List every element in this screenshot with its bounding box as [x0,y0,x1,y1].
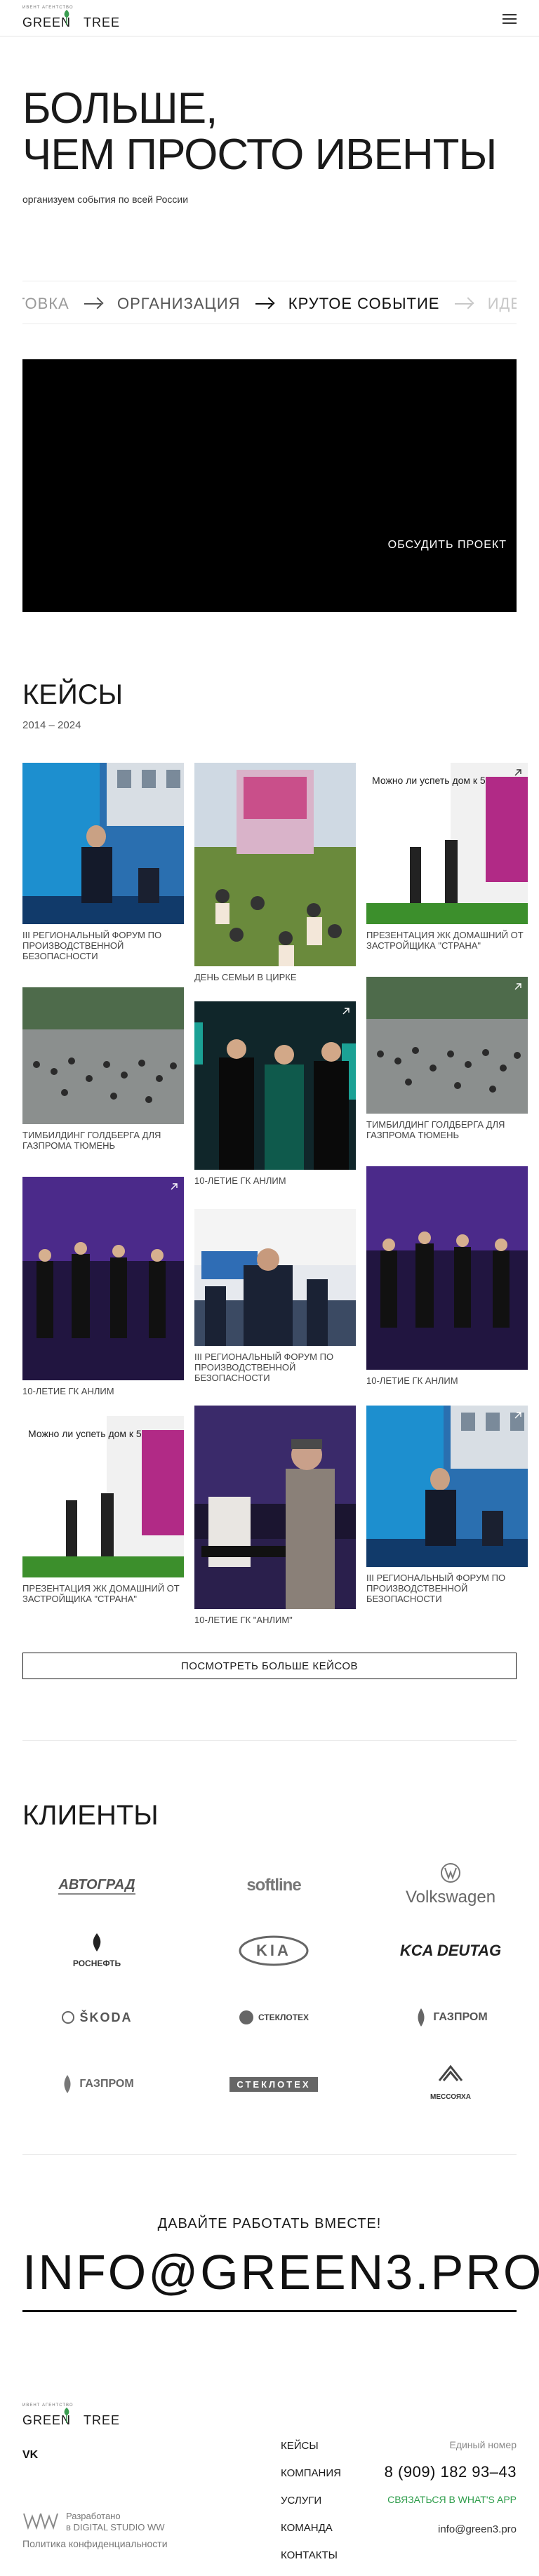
case-caption: ПРЕЗЕНТАЦИЯ ЖК ДОМАШНИЙ ОТ ЗАСТРОЙЩИКА "… [366,930,524,951]
client-logo-kca-deutag: KCA DEUTAG [399,1942,502,1959]
arrow-right-icon [84,298,102,309]
messoyakha-emblem-icon [438,2064,463,2081]
case-photo [366,977,528,1114]
developer-credit[interactable]: Разработано в DIGITAL STUDIO WW [22,2508,191,2532]
site-header: ивент агентство GREEN TREE [0,0,539,36]
arrow-up-right-icon [342,1008,350,1015]
footer-email-link[interactable]: info@green3.pro [348,2523,517,2535]
hamburger-menu-icon[interactable] [503,14,517,24]
skoda-emblem-icon [62,2011,75,2024]
gazprom-emblem-icon [418,2008,425,2027]
client-logo-gazprom-2: ГАЗПРОМ [34,2067,160,2102]
client-logo-steklotekh-2: СТЕКЛОТЕХ [211,2067,337,2102]
more-cases-button[interactable]: ПОСМОТРЕТЬ БОЛЬШЕ КЕЙСОВ [22,1653,517,1679]
showreel-video[interactable]: ОБСУДИТЬ ПРОЕКТ [22,359,517,612]
poster-text: Можно ли успеть дом к 51 [28,1428,147,1439]
case-photo [366,1166,528,1370]
footer-nav-contacts[interactable]: КОНТАКТЫ [281,2549,393,2576]
logo[interactable]: ивент агентство GREEN TREE [22,6,119,32]
steps-ticker: ТОВКА ОРГАНИЗАЦИЯ КРУТОЕ СОБЫТИЕ ИДЕЯ [22,281,517,324]
client-logo-kia: KIA [211,1933,337,1968]
case-photo [194,1406,356,1609]
cta-lead: ДАВАЙТЕ РАБОТАТЬ ВМЕСТЕ! [157,2216,382,2231]
divider [22,1740,517,1741]
arrow-right-icon [454,298,473,309]
case-caption: 10-ЛЕТИЕ ГК "АНЛИМ" [194,1615,293,1625]
case-card[interactable]: ТИМБИЛДИНГ ГОЛДБЕРГА ДЛЯ ГАЗПРОМА ТЮМЕНЬ [22,987,184,1151]
step-label: ТОВКА [22,295,69,313]
vk-icon[interactable]: VK [22,2449,38,2462]
case-caption: ПРЕЗЕНТАЦИЯ ЖК ДОМАШНИЙ ОТ ЗАСТРОЙЩИКА "… [22,1583,180,1604]
arrow-up-right-icon [514,1412,521,1419]
case-caption: III РЕГИОНАЛЬНЫЙ ФОРУМ ПО ПРОИЗВОДСТВЕНН… [194,1352,334,1383]
case-photo [22,1177,184,1380]
case-photo [22,987,184,1124]
case-card[interactable]: Можно ли успеть дом к 51 ПРЕЗЕНТАЦИЯ ЖК … [366,763,528,951]
tree-icon [64,2408,69,2423]
case-card[interactable]: ДЕНЬ СЕМЬИ В ЦИРКЕ [194,763,356,982]
case-photo: Можно ли успеть дом к 51 [366,763,528,924]
client-logo-avtograd: АВТОГРАД [34,1868,160,1903]
arrow-up-right-icon [514,769,521,776]
footer-logo[interactable]: ивент агентство GREEN TREE [22,2403,121,2431]
case-card[interactable]: 10-ЛЕТИЕ ГК АНЛИМ [22,1177,184,1396]
case-caption: ТИМБИЛДИНГ ГОЛДБЕРГА ДЛЯ ГАЗПРОМА ТЮМЕНЬ [366,1119,505,1140]
whatsapp-link[interactable]: СВЯЗАТЬСЯ В WHAT'S APP [348,2494,517,2505]
email-underline [22,2310,517,2312]
case-caption: 10-ЛЕТИЕ ГК АНЛИМ [366,1375,458,1386]
steklotekh-emblem-icon [239,2010,253,2024]
gazprom-emblem-icon [64,2075,71,2093]
case-caption: 10-ЛЕТИЕ ГК АНЛИМ [22,1386,114,1396]
case-photo [194,1001,356,1170]
digital-studio-ww-logo-icon [23,2513,58,2530]
case-photo [194,1209,356,1346]
arrow-up-right-icon [514,983,521,990]
step-label: ИДЕЯ [487,295,517,313]
case-card[interactable]: III РЕГИОНАЛЬНЫЙ ФОРУМ ПО ПРОИЗВОДСТВЕНН… [366,1406,528,1604]
cases-years: 2014 – 2024 [22,719,81,731]
case-caption: ТИМБИЛДИНГ ГОЛДБЕРГА ДЛЯ ГАЗПРОМА ТЮМЕНЬ [22,1130,161,1151]
case-photo [22,763,184,924]
step-label: ОРГАНИЗАЦИЯ [117,295,241,313]
hero-subtitle: организуем события по всей России [22,194,189,205]
footer-contacts: Единый номер 8 (909) 182 93–43 СВЯЗАТЬСЯ… [348,2439,517,2535]
case-card[interactable]: Можно ли успеть дом к 51 ПРЕЗЕНТАЦИЯ ЖК … [22,1416,184,1604]
client-logo-rosneft: РОСНЕФТЬ [34,1933,160,1968]
case-photo [366,1406,528,1567]
tree-icon [64,10,69,25]
case-photo: Можно ли успеть дом к 51 [22,1416,184,1577]
arrow-right-icon [255,298,274,309]
divider [22,2154,517,2155]
discuss-project-button[interactable]: ОБСУДИТЬ ПРОЕКТ [388,539,507,552]
email-link-large[interactable]: INFO@GREEN3.PRO [22,2242,539,2302]
poster-text: Можно ли успеть дом к 51 [372,775,491,786]
cases-title: КЕЙСЫ [22,679,124,710]
case-caption: ДЕНЬ СЕМЬИ В ЦИРКЕ [194,972,297,982]
volkswagen-emblem-icon [441,1863,460,1883]
case-caption: III РЕГИОНАЛЬНЫЙ ФОРУМ ПО ПРОИЗВОДСТВЕНН… [366,1573,506,1604]
case-caption: III РЕГИОНАЛЬНЫЙ ФОРУМ ПО ПРОИЗВОДСТВЕНН… [22,930,162,961]
privacy-policy-link[interactable]: Политика конфиденциальности [22,2538,168,2549]
client-logo-skoda: ŠKODA [34,2000,160,2035]
case-photo [194,763,356,966]
client-logo-steklotekh: СТЕКЛОТЕХ [211,2000,337,2035]
client-logo-volkswagen: Volkswagen [387,1863,514,1907]
client-logo-softline: softline [246,1876,301,1895]
case-card[interactable]: 10-ЛЕТИЕ ГК АНЛИМ [366,1166,528,1386]
case-card[interactable]: III РЕГИОНАЛЬНЫЙ ФОРУМ ПО ПРОИЗВОДСТВЕНН… [194,1209,356,1383]
case-caption: 10-ЛЕТИЕ ГК АНЛИМ [194,1175,286,1186]
rosneft-emblem-icon [93,1933,101,1951]
client-logo-messoyakha: МЕССОЯХА [387,2064,514,2102]
page-title: БОЛЬШЕ, ЧЕМ ПРОСТО ИВЕНТЫ [22,84,497,179]
phone-link[interactable]: 8 (909) 182 93–43 [348,2463,517,2481]
case-card[interactable]: ТИМБИЛДИНГ ГОЛДБЕРГА ДЛЯ ГАЗПРОМА ТЮМЕНЬ [366,977,528,1140]
case-card[interactable]: 10-ЛЕТИЕ ГК АНЛИМ [194,1001,356,1186]
case-card[interactable]: 10-ЛЕТИЕ ГК "АНЛИМ" [194,1406,356,1625]
client-logo-gazprom-1: ГАЗПРОМ [387,2000,514,2035]
case-card[interactable]: III РЕГИОНАЛЬНЫЙ ФОРУМ ПО ПРОИЗВОДСТВЕНН… [22,763,184,961]
step-label: КРУТОЕ СОБЫТИЕ [288,295,440,313]
clients-title: КЛИЕНТЫ [22,1800,159,1831]
arrow-up-right-icon [171,1183,178,1190]
phone-label: Единый номер [449,2439,517,2450]
